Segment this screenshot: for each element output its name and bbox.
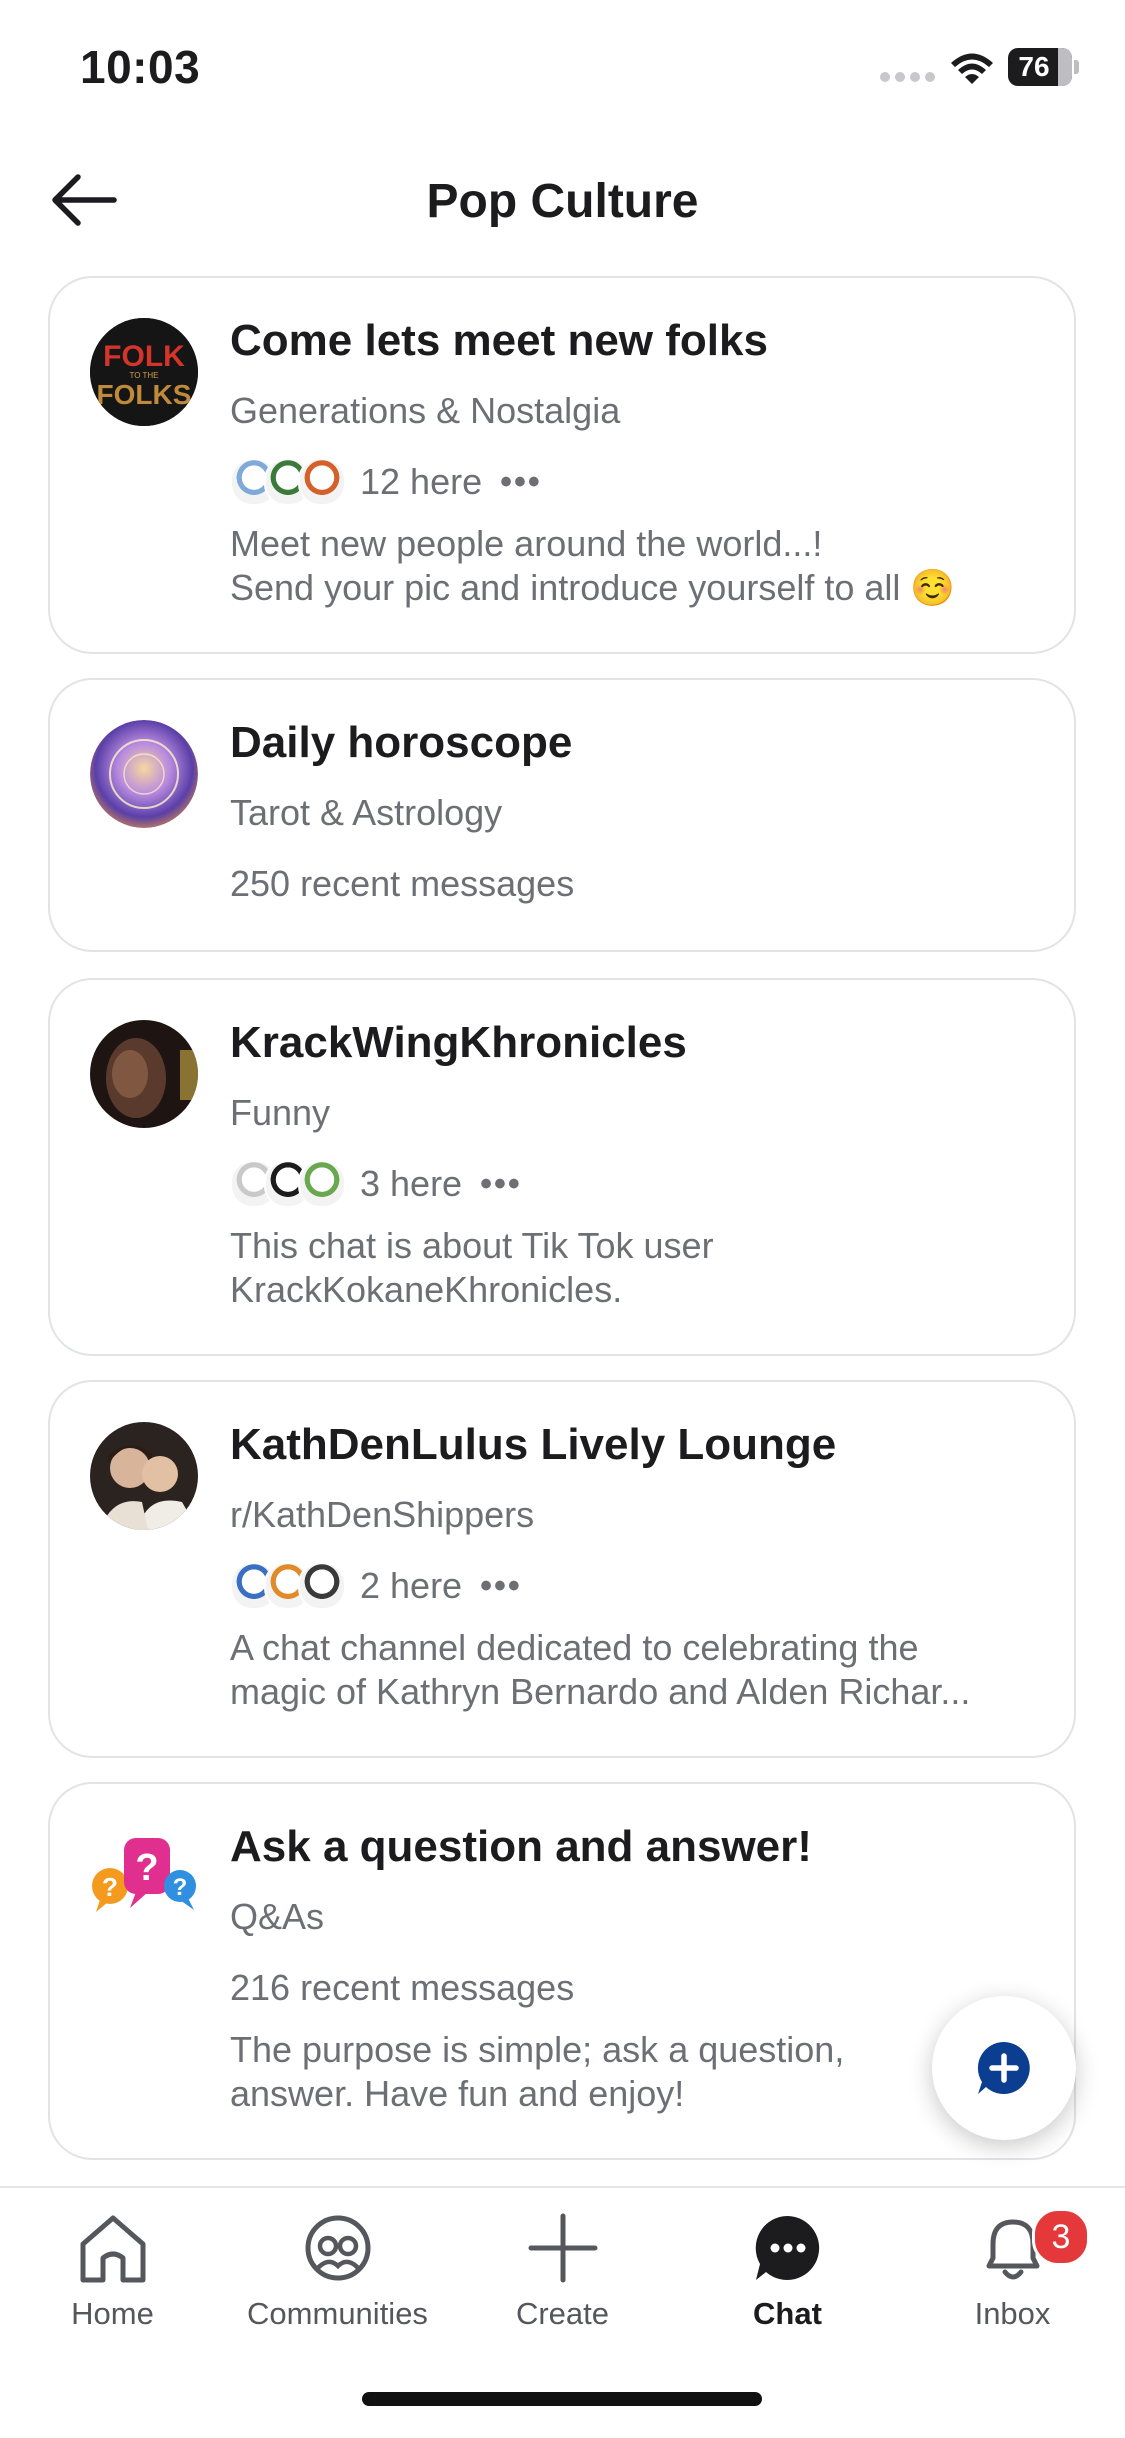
member-avatar bbox=[298, 458, 346, 506]
header: Pop Culture bbox=[0, 150, 1125, 250]
communities-icon bbox=[305, 2215, 370, 2281]
member-avatars bbox=[230, 1160, 346, 1208]
nav-inbox-label: Inbox bbox=[974, 2296, 1051, 2331]
channel-description: Meet new people around the world...! Sen… bbox=[230, 523, 956, 608]
channel-card[interactable]: KathDenLulus Lively Lounge r/KathDenShip… bbox=[48, 1380, 1076, 1758]
channel-card[interactable]: KrackWingKhronicles Funny 3 here ••• Thi… bbox=[48, 978, 1076, 1356]
channel-avatar bbox=[90, 1422, 198, 1530]
channel-card[interactable]: Daily horoscope Tarot & Astrology 250 re… bbox=[48, 678, 1076, 952]
nav-chat[interactable]: Chat bbox=[675, 2208, 900, 2358]
nav-communities-label: Communities bbox=[247, 2296, 428, 2331]
status-time: 10:03 bbox=[80, 41, 201, 93]
nav-communities[interactable]: Communities bbox=[225, 2208, 450, 2358]
battery-level: 76 bbox=[1018, 51, 1050, 82]
member-avatar bbox=[298, 1160, 346, 1208]
nav-home-label: Home bbox=[71, 2296, 154, 2331]
home-icon bbox=[80, 2215, 145, 2283]
channel-title: Come lets meet new folks bbox=[230, 316, 768, 365]
channel-community: Q&As bbox=[230, 1896, 325, 1937]
channel-description: This chat is about Tik Tok user KrackKok… bbox=[230, 1225, 714, 1310]
here-count: 12 here bbox=[360, 461, 483, 502]
recent-messages: 216 recent messages bbox=[230, 1967, 575, 2008]
nav-create[interactable]: Create bbox=[450, 2208, 675, 2358]
channel-community: Funny bbox=[230, 1092, 331, 1133]
channel-card[interactable]: ? ? ? Ask a question and answer! Q&As 21… bbox=[48, 1782, 1076, 2160]
wifi-icon bbox=[951, 53, 993, 84]
channel-avatar bbox=[90, 720, 198, 828]
more-dots-icon: ••• bbox=[480, 1164, 522, 1203]
channel-description: A chat channel dedicated to celebrating … bbox=[230, 1627, 971, 1712]
home-indicator bbox=[362, 2392, 762, 2406]
member-avatars bbox=[230, 458, 346, 506]
nav-inbox[interactable]: Inbox 3 bbox=[900, 2208, 1125, 2358]
svg-text:?: ? bbox=[173, 1874, 188, 1901]
status-bar: 10:03 76 bbox=[0, 0, 1125, 140]
channel-community: Tarot & Astrology bbox=[230, 792, 503, 833]
svg-text:FOLKS: FOLKS bbox=[97, 379, 192, 410]
channel-title: Daily horoscope bbox=[230, 718, 573, 767]
battery-icon: 76 bbox=[1008, 48, 1080, 88]
svg-text:?: ? bbox=[135, 1847, 158, 1889]
here-count: 3 here bbox=[360, 1163, 463, 1204]
more-dots-icon: ••• bbox=[480, 1566, 522, 1605]
channel-community: Generations & Nostalgia bbox=[230, 390, 621, 431]
channel-community: r/KathDenShippers bbox=[230, 1494, 535, 1535]
channel-card[interactable]: FOLK TO THE FOLKS Come lets meet new fol… bbox=[48, 276, 1076, 654]
nav-create-label: Create bbox=[515, 2296, 610, 2331]
channel-avatar bbox=[90, 1020, 198, 1128]
channel-avatar: FOLK TO THE FOLKS bbox=[90, 318, 198, 426]
chat-icon bbox=[755, 2215, 819, 2280]
recent-messages: 250 recent messages bbox=[230, 863, 575, 904]
plus-icon bbox=[528, 2213, 597, 2283]
channel-presence: 2 here ••• bbox=[230, 1558, 522, 1614]
add-chat-icon bbox=[977, 2041, 1030, 2094]
svg-text:?: ? bbox=[102, 1872, 118, 1902]
channel-presence: 12 here ••• bbox=[230, 454, 542, 510]
cellular-signal-icon bbox=[880, 72, 936, 84]
more-dots-icon: ••• bbox=[500, 462, 542, 501]
channel-title: Ask a question and answer! bbox=[230, 1822, 812, 1871]
inbox-badge: 3 bbox=[1032, 2208, 1090, 2266]
here-count: 2 here bbox=[360, 1565, 463, 1606]
nav-chat-label: Chat bbox=[753, 2296, 822, 2331]
member-avatar bbox=[298, 1562, 346, 1610]
channel-title: KrackWingKhronicles bbox=[230, 1018, 687, 1067]
new-chat-button[interactable] bbox=[932, 1996, 1076, 2140]
channel-presence: 3 here ••• bbox=[230, 1156, 522, 1212]
svg-text:FOLK: FOLK bbox=[103, 340, 185, 373]
member-avatars bbox=[230, 1562, 346, 1610]
channel-avatar: ? ? ? bbox=[90, 1824, 198, 1932]
page-title: Pop Culture bbox=[426, 175, 699, 228]
channel-title: KathDenLulus Lively Lounge bbox=[230, 1420, 837, 1469]
nav-home[interactable]: Home bbox=[0, 2208, 225, 2358]
